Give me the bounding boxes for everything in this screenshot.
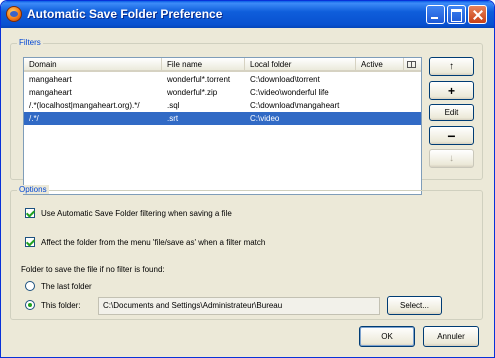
arrow-down-icon: ↓ [449, 152, 454, 164]
maximize-icon[interactable] [447, 5, 466, 24]
filter-file-name: wonderful*.zip [167, 88, 218, 97]
last-folder-label: The last folder [41, 281, 92, 291]
filter-file-name: .srt [167, 114, 179, 123]
filters-group-label: Filters [17, 38, 43, 47]
column-header-active[interactable]: Active [356, 58, 404, 72]
use-filtering-option[interactable]: Use Automatic Save Folder filtering when… [25, 208, 232, 218]
column-header-file-name[interactable]: File name [162, 58, 245, 72]
affect-folder-label: Affect the folder from the menu 'file/sa… [41, 237, 266, 247]
filter-row-selected[interactable]: /.*/ .srt C:\video [24, 112, 421, 125]
edit-filter-button[interactable]: Edit [429, 104, 474, 121]
filter-row[interactable]: /.*(localhost|mangaheart.org).*/ .sql C:… [24, 99, 421, 112]
use-filtering-label: Use Automatic Save Folder filtering when… [41, 208, 232, 218]
cancel-button[interactable]: Annuler [423, 326, 479, 347]
column-picker-button[interactable] [404, 58, 421, 72]
this-folder-label: This folder: [41, 300, 81, 310]
filter-local-folder: C:\download\torrent [250, 75, 320, 84]
filters-list[interactable]: Domain File name Local folder Active man… [23, 57, 422, 195]
firefox-icon [6, 6, 22, 22]
filter-row[interactable]: mangaheart wonderful*.zip C:\video\wonde… [24, 86, 421, 99]
window-title: Automatic Save Folder Preference [27, 7, 223, 21]
last-folder-option[interactable]: The last folder [25, 281, 92, 291]
filter-local-folder: C:\download\mangaheart [250, 101, 340, 110]
this-folder-option[interactable]: This folder: [25, 300, 81, 310]
affect-folder-option[interactable]: Affect the folder from the menu 'file/sa… [25, 237, 265, 247]
column-header-domain[interactable]: Domain [24, 58, 162, 72]
this-folder-radio[interactable] [25, 300, 35, 310]
options-group-label: Options [17, 185, 49, 194]
filter-domain: /.*(localhost|mangaheart.org).*/ [29, 101, 140, 110]
filter-domain: mangaheart [29, 75, 72, 84]
filter-local-folder: C:\video [250, 114, 280, 123]
column-header-local-folder[interactable]: Local folder [245, 58, 356, 72]
filter-local-folder: C:\video\wonderful life [250, 88, 329, 97]
filter-file-name: .sql [167, 101, 180, 110]
filter-domain: /.*/ [29, 114, 39, 123]
select-folder-button[interactable]: Select... [387, 296, 442, 315]
plus-icon: + [447, 83, 455, 98]
move-down-button[interactable]: ↓ [429, 149, 474, 168]
title-bar[interactable]: Automatic Save Folder Preference [1, 1, 494, 28]
filters-group: Filters Domain File name Local folder Ac… [10, 38, 483, 195]
filter-file-name: wonderful*.torrent [167, 75, 231, 84]
filter-domain: mangaheart [29, 88, 72, 97]
close-icon[interactable] [468, 5, 487, 24]
preference-window: Automatic Save Folder Preference Filters… [0, 0, 495, 358]
filters-rows: mangaheart wonderful*.torrent C:\downloa… [24, 73, 421, 125]
no-filter-heading: Folder to save the file if no filter is … [21, 265, 165, 274]
column-picker-icon [407, 61, 416, 68]
move-up-button[interactable]: ↑ [429, 57, 474, 76]
affect-folder-checkbox[interactable] [25, 237, 35, 247]
arrow-up-icon: ↑ [449, 60, 454, 72]
remove-filter-button[interactable]: − [429, 126, 474, 145]
folder-path-field[interactable]: C:\Documents and Settings\Administrateur… [98, 297, 380, 315]
minus-icon: − [447, 127, 456, 144]
filters-list-header: Domain File name Local folder Active [24, 58, 421, 72]
ok-button[interactable]: OK [359, 326, 415, 347]
options-group: Options Use Automatic Save Folder filter… [10, 185, 483, 320]
last-folder-radio[interactable] [25, 281, 35, 291]
add-filter-button[interactable]: + [429, 81, 474, 100]
filter-row[interactable]: mangaheart wonderful*.torrent C:\downloa… [24, 73, 421, 86]
minimize-icon[interactable] [426, 5, 445, 24]
use-filtering-checkbox[interactable] [25, 208, 35, 218]
